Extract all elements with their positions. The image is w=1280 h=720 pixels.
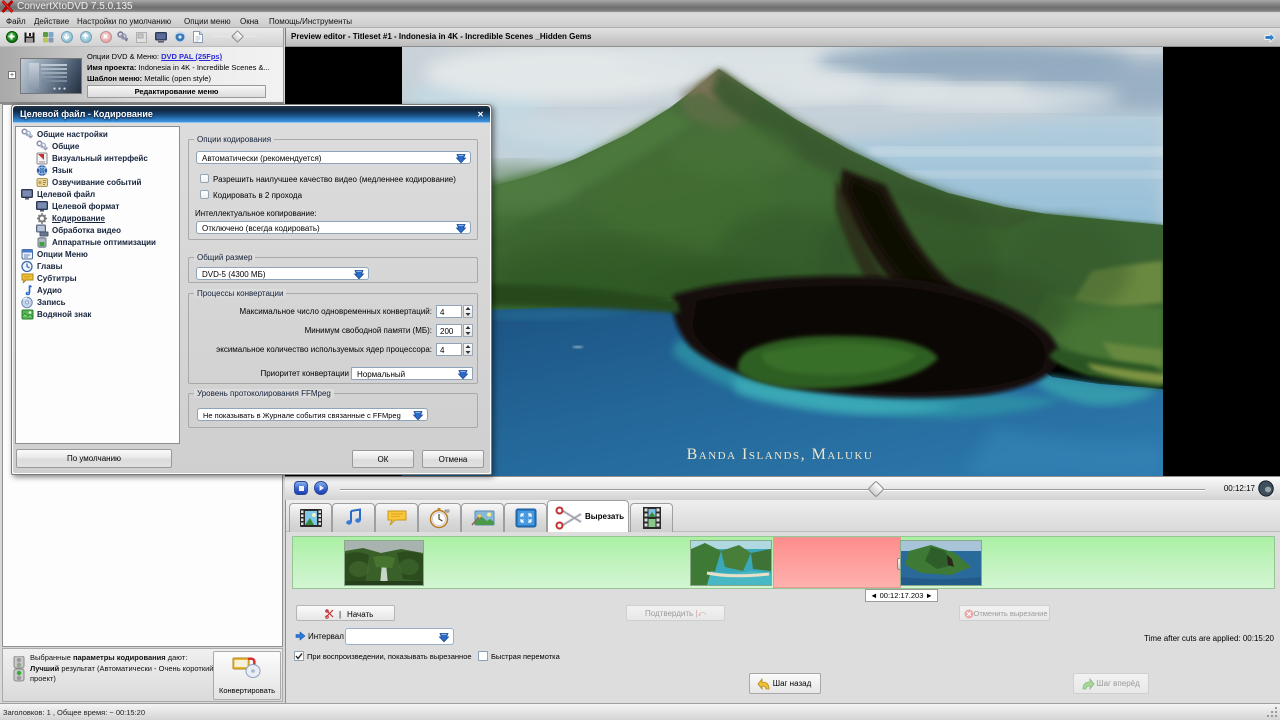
svg-text:Banda Islands, Maluku: Banda Islands, Maluku (687, 446, 874, 463)
